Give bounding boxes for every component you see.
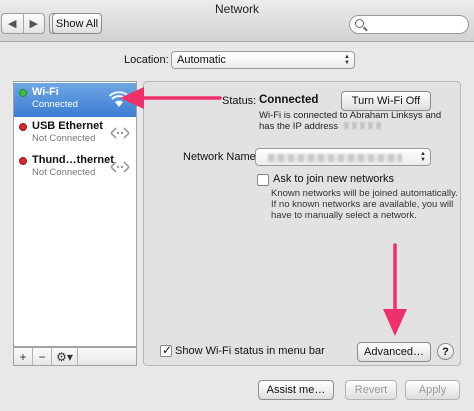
ask-join-description-line3: have to manually select a network. [271, 210, 417, 221]
status-dot-red [19, 123, 27, 131]
status-dot-red [19, 157, 27, 165]
ethernet-arrows-icon [110, 127, 130, 139]
show-all-button[interactable]: Show All [52, 13, 102, 34]
back-button[interactable]: ◀ [2, 14, 23, 33]
ask-join-description-line1: Known networks will be joined automatica… [271, 188, 458, 199]
annotation-arrow-left-icon [120, 87, 222, 109]
service-list: Wi-Fi Connected USB Ethernet Not Connect… [13, 81, 137, 347]
advanced-button[interactable]: Advanced… [357, 342, 431, 362]
window-titlebar: Network ◀ ▶ Show All [0, 0, 474, 42]
service-item-usb-ethernet[interactable]: USB Ethernet Not Connected [14, 117, 136, 151]
turn-wifi-off-button[interactable]: Turn Wi-Fi Off [341, 91, 431, 111]
gear-menu-button[interactable]: ⚙▾ [52, 348, 78, 365]
location-label: Location: [124, 54, 169, 66]
service-list-actions: + − ⚙▾ [13, 347, 137, 366]
ask-join-label: Ask to join new networks [273, 173, 395, 185]
ask-join-checkbox[interactable] [257, 174, 269, 186]
add-service-button[interactable]: + [14, 348, 33, 365]
service-name: Wi-Fi [32, 86, 59, 98]
service-status: Connected [32, 99, 78, 110]
updown-arrows-icon: ▲ ▼ [420, 151, 426, 163]
status-dot-green [19, 89, 27, 97]
help-button[interactable]: ? [437, 343, 454, 360]
network-name-redacted [268, 154, 402, 162]
location-select[interactable]: Automatic ▲ ▼ [171, 51, 355, 69]
network-name-select[interactable]: ▲ ▼ [255, 148, 431, 166]
apply-button[interactable]: Apply [405, 380, 460, 400]
back-forward-group: ◀ ▶ [1, 13, 45, 34]
ask-join-description-line2: If no known networks are available, you … [271, 199, 454, 210]
remove-service-button[interactable]: − [33, 348, 52, 365]
location-value: Automatic [177, 54, 226, 66]
network-name-label: Network Name: [183, 151, 259, 163]
show-wifi-status-checkbox[interactable] [160, 343, 172, 357]
search-icon [355, 19, 364, 28]
status-description-line2: has the IP address [259, 121, 384, 132]
service-item-thunderbolt-ethernet[interactable]: Thund…thernet Not Connected [14, 151, 136, 185]
ethernet-arrows-icon [110, 161, 130, 173]
updown-arrows-icon: ▲ ▼ [344, 54, 350, 66]
service-status: Not Connected [32, 133, 96, 144]
show-wifi-status-label: Show Wi-Fi status in menu bar [175, 345, 325, 357]
service-name: Thund…thernet [32, 154, 114, 166]
service-name: USB Ethernet [32, 120, 103, 132]
status-description-line1: Wi-Fi is connected to Abraham Linksys an… [259, 110, 442, 121]
status-value: Connected [259, 94, 319, 106]
annotation-arrow-down-icon [383, 243, 407, 336]
status-label: Status: [222, 95, 257, 107]
service-status: Not Connected [32, 167, 96, 178]
ip-address-redacted [343, 122, 384, 129]
forward-button[interactable]: ▶ [22, 14, 45, 33]
search-field[interactable] [349, 15, 469, 34]
revert-button[interactable]: Revert [345, 380, 397, 400]
assist-me-button[interactable]: Assist me… [258, 380, 334, 400]
